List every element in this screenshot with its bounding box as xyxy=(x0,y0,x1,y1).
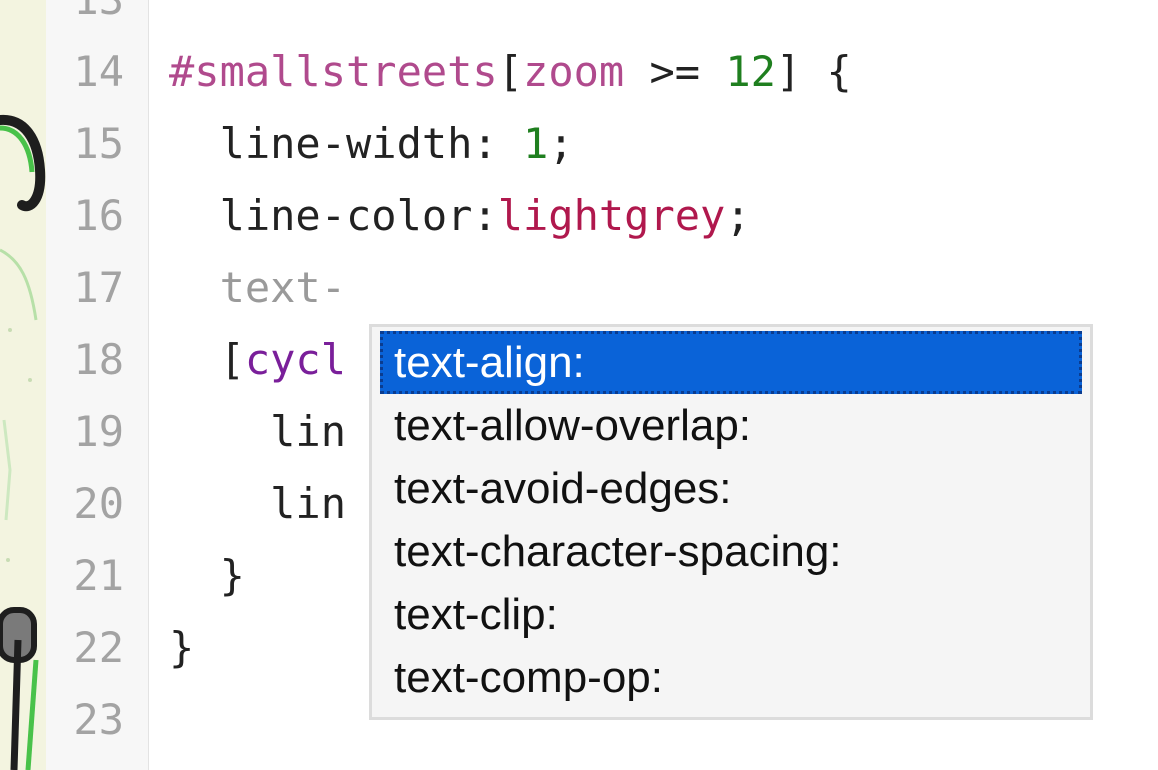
code-line-20: lin xyxy=(169,479,347,528)
autocomplete-item-selected[interactable]: text-align: xyxy=(380,331,1082,394)
map-preview[interactable] xyxy=(0,0,46,770)
property-token: line-color: xyxy=(169,191,498,240)
line-number: 23 xyxy=(73,695,124,744)
bracket-token: [ xyxy=(497,47,524,96)
code-line-18: [cycl xyxy=(169,324,346,396)
code-line-15: line-width: 1; xyxy=(169,108,574,180)
line-number-gutter: 13 14 15 16 17 18 19 20 21 22 23 xyxy=(46,0,149,770)
autocomplete-item[interactable]: text-allow-overlap: xyxy=(380,394,1082,457)
line-number: 18 xyxy=(73,335,124,384)
operator-token: >= xyxy=(624,47,726,96)
line-number: 20 xyxy=(73,479,124,528)
autocomplete-item[interactable]: text-character-spacing: xyxy=(380,520,1082,583)
line-number: 14 xyxy=(73,47,124,96)
code-line-22: } xyxy=(169,623,195,672)
condition-token: cycl xyxy=(244,335,347,384)
filter-key-token: zoom xyxy=(523,47,625,96)
line-number: 22 xyxy=(73,623,124,672)
code-line-21: } xyxy=(169,551,245,600)
line-number: 13 xyxy=(46,0,124,36)
code-line-19: lin xyxy=(169,407,347,456)
code-line-17: text- xyxy=(169,263,347,312)
autocomplete-item[interactable]: text-clip: xyxy=(380,583,1082,646)
line-number: 16 xyxy=(73,191,124,240)
autocomplete-popup[interactable]: text-align: text-allow-overlap: text-avo… xyxy=(369,324,1093,720)
number-token: 1 xyxy=(523,119,549,168)
number-token: 12 xyxy=(725,47,776,96)
line-number: 15 xyxy=(73,119,124,168)
semicolon-token: ; xyxy=(548,119,574,168)
editor-stage: 13 14 15 16 17 18 19 20 21 22 23 #smalls… xyxy=(0,0,1158,770)
autocomplete-item[interactable]: text-comp-op: xyxy=(380,646,1082,709)
semicolon-token: ; xyxy=(725,191,751,240)
line-number: 17 xyxy=(73,263,124,312)
line-number: 19 xyxy=(73,407,124,456)
selector-token: #smallstreets xyxy=(169,47,498,96)
code-line-16: line-color:lightgrey; xyxy=(169,180,751,252)
code-line-14: #smallstreets[zoom >= 12] { xyxy=(169,36,852,108)
map-features-graphic xyxy=(0,114,46,770)
value-token: lightgrey xyxy=(497,191,726,240)
line-number: 21 xyxy=(73,551,124,600)
bracket-token: ] { xyxy=(775,47,852,96)
bracket-token: [ xyxy=(169,335,245,384)
property-token: line-width: xyxy=(169,119,524,168)
autocomplete-item[interactable]: text-avoid-edges: xyxy=(380,457,1082,520)
